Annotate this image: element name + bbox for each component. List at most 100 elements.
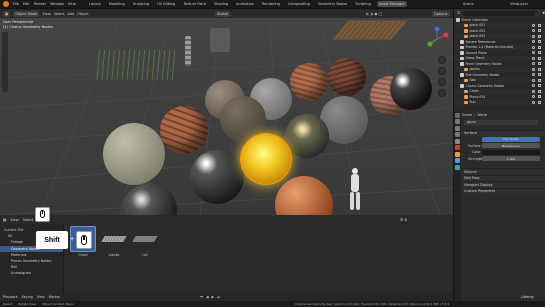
- menu-object[interactable]: Object: [77, 12, 88, 16]
- catalog-unassigned[interactable]: Unassigned: [0, 270, 63, 276]
- physics-tab-icon[interactable]: [455, 164, 460, 170]
- eye-icon[interactable]: [532, 67, 535, 71]
- tab-uv-editing[interactable]: UV Editing: [155, 1, 177, 7]
- modifier-tab-icon[interactable]: [455, 158, 460, 163]
- strength-field[interactable]: 1.000: [482, 156, 540, 162]
- blender-logo-icon[interactable]: [3, 1, 9, 7]
- tab-asset-manager[interactable]: Asset Manager: [376, 1, 407, 7]
- camera-render-icon[interactable]: [538, 100, 541, 104]
- menu-file[interactable]: File: [13, 2, 19, 6]
- sphere-chrome[interactable]: [190, 150, 244, 204]
- menu-render[interactable]: Render: [34, 2, 46, 6]
- eye-icon[interactable]: [532, 73, 535, 76]
- camera-render-icon[interactable]: [538, 89, 541, 93]
- eye-icon[interactable]: [532, 51, 535, 54]
- chain-object[interactable]: [185, 36, 191, 66]
- asset-planks[interactable]: planks: [101, 226, 127, 257]
- editor-type-icon[interactable]: ▦: [3, 218, 6, 222]
- sphere-material[interactable]: [290, 63, 328, 101]
- color-swatch[interactable]: [482, 149, 540, 155]
- eye-icon[interactable]: [532, 100, 535, 104]
- outliner-search-input[interactable]: [463, 10, 536, 16]
- view-layer-selector[interactable]: ViewLayer: [510, 2, 528, 6]
- sphere-brick[interactable]: [160, 106, 208, 154]
- sphere-material[interactable]: [328, 58, 366, 96]
- menu-edit[interactable]: Edit: [23, 2, 30, 6]
- view-layer-tab-icon[interactable]: [455, 132, 460, 137]
- menu-window[interactable]: Window: [50, 2, 64, 6]
- use-nodes-button[interactable]: Use Nodes: [482, 136, 540, 142]
- menu-help[interactable]: Help: [68, 2, 76, 6]
- pan-hand-icon[interactable]: [438, 67, 446, 75]
- scene-tab-icon[interactable]: [455, 138, 460, 144]
- scene-selector[interactable]: Scene: [463, 2, 474, 6]
- tab-compositing[interactable]: Compositing: [286, 1, 312, 7]
- camera-render-icon[interactable]: [538, 23, 541, 27]
- camera-render-icon[interactable]: [538, 56, 541, 60]
- camera-render-icon[interactable]: [538, 29, 541, 32]
- camera-render-icon[interactable]: [538, 78, 541, 82]
- camera-render-icon[interactable]: [538, 51, 541, 54]
- tab-texture-paint[interactable]: Texture Paint: [181, 1, 208, 7]
- camera-render-icon[interactable]: [538, 95, 541, 98]
- mannequin-figure[interactable]: [348, 168, 362, 213]
- browser-view-options-icon[interactable]: ☰ ⚙: [400, 218, 407, 222]
- eye-icon[interactable]: [532, 84, 535, 87]
- tab-scripting[interactable]: Scripting: [353, 1, 373, 7]
- asset-rail[interactable]: rail: [132, 226, 158, 257]
- output-tab-icon[interactable]: [455, 125, 460, 131]
- object-tab-icon[interactable]: [455, 151, 460, 157]
- timeline-marker[interactable]: Marker: [49, 295, 60, 299]
- navigation-gizmo[interactable]: [424, 26, 450, 52]
- outliner-row[interactable]: Sun: [454, 99, 545, 105]
- world-datablock[interactable]: World: [464, 119, 538, 125]
- tab-sculpting[interactable]: Sculpting: [131, 1, 151, 7]
- grid-icon[interactable]: [438, 89, 446, 97]
- tab-geometry-nodes[interactable]: Geometry Nodes: [316, 1, 350, 7]
- tab-modeling[interactable]: Modeling: [107, 1, 127, 7]
- camera-icon[interactable]: [438, 78, 446, 86]
- zoom-icon[interactable]: [438, 56, 446, 64]
- rail-object[interactable]: [210, 28, 230, 52]
- surface-shader-field[interactable]: Background: [482, 143, 540, 149]
- render-tab-icon[interactable]: [455, 119, 460, 124]
- menu-select[interactable]: Select: [54, 12, 65, 16]
- timeline-playback[interactable]: Playback: [3, 295, 18, 299]
- outliner-type-icon[interactable]: ☰: [457, 11, 460, 15]
- 3d-viewport[interactable]: User Perspective (1) Chains Geometry Nod…: [0, 18, 453, 215]
- menu-select[interactable]: Select: [23, 218, 34, 222]
- timeline-view[interactable]: View: [37, 295, 45, 299]
- camera-render-icon[interactable]: [538, 73, 541, 76]
- tab-shading[interactable]: Shading: [212, 1, 230, 7]
- eye-icon[interactable]: [532, 89, 535, 93]
- eye-icon[interactable]: [532, 45, 535, 49]
- transform-orientation-dropdown[interactable]: Global: [214, 10, 230, 17]
- tab-layout[interactable]: Layout: [87, 1, 103, 7]
- sphere-selected-glow[interactable]: [240, 133, 292, 185]
- camera-render-icon[interactable]: [538, 67, 541, 71]
- tab-animation[interactable]: Animation: [234, 1, 256, 7]
- timeline-keying[interactable]: Keying: [22, 295, 33, 299]
- eye-icon[interactable]: [532, 95, 535, 98]
- eye-icon[interactable]: [532, 34, 535, 38]
- camera-render-icon[interactable]: [538, 62, 541, 65]
- sphere-metal[interactable]: [285, 114, 329, 158]
- tab-rendering[interactable]: Rendering: [260, 1, 282, 7]
- eye-icon[interactable]: [532, 62, 535, 65]
- camera-render-icon[interactable]: [538, 34, 541, 38]
- options-button[interactable]: Options: [432, 11, 450, 17]
- camera-render-icon[interactable]: [538, 40, 541, 43]
- editor-type-button[interactable]: ▣: [3, 10, 11, 17]
- tool-tab-icon[interactable]: [455, 112, 460, 118]
- mode-dropdown[interactable]: Object Mode: [13, 10, 40, 17]
- eye-icon[interactable]: [532, 56, 535, 60]
- world-tab-icon[interactable]: [455, 145, 460, 150]
- menu-view[interactable]: View: [10, 218, 18, 222]
- eye-icon[interactable]: [532, 29, 535, 32]
- menu-add[interactable]: Add: [68, 12, 75, 16]
- eye-icon[interactable]: [532, 23, 535, 27]
- sphere-plaster[interactable]: [103, 123, 165, 185]
- grass-patch[interactable]: [95, 50, 175, 80]
- custom-properties-panel-header[interactable]: Custom Properties: [462, 187, 545, 194]
- camera-render-icon[interactable]: [538, 45, 541, 49]
